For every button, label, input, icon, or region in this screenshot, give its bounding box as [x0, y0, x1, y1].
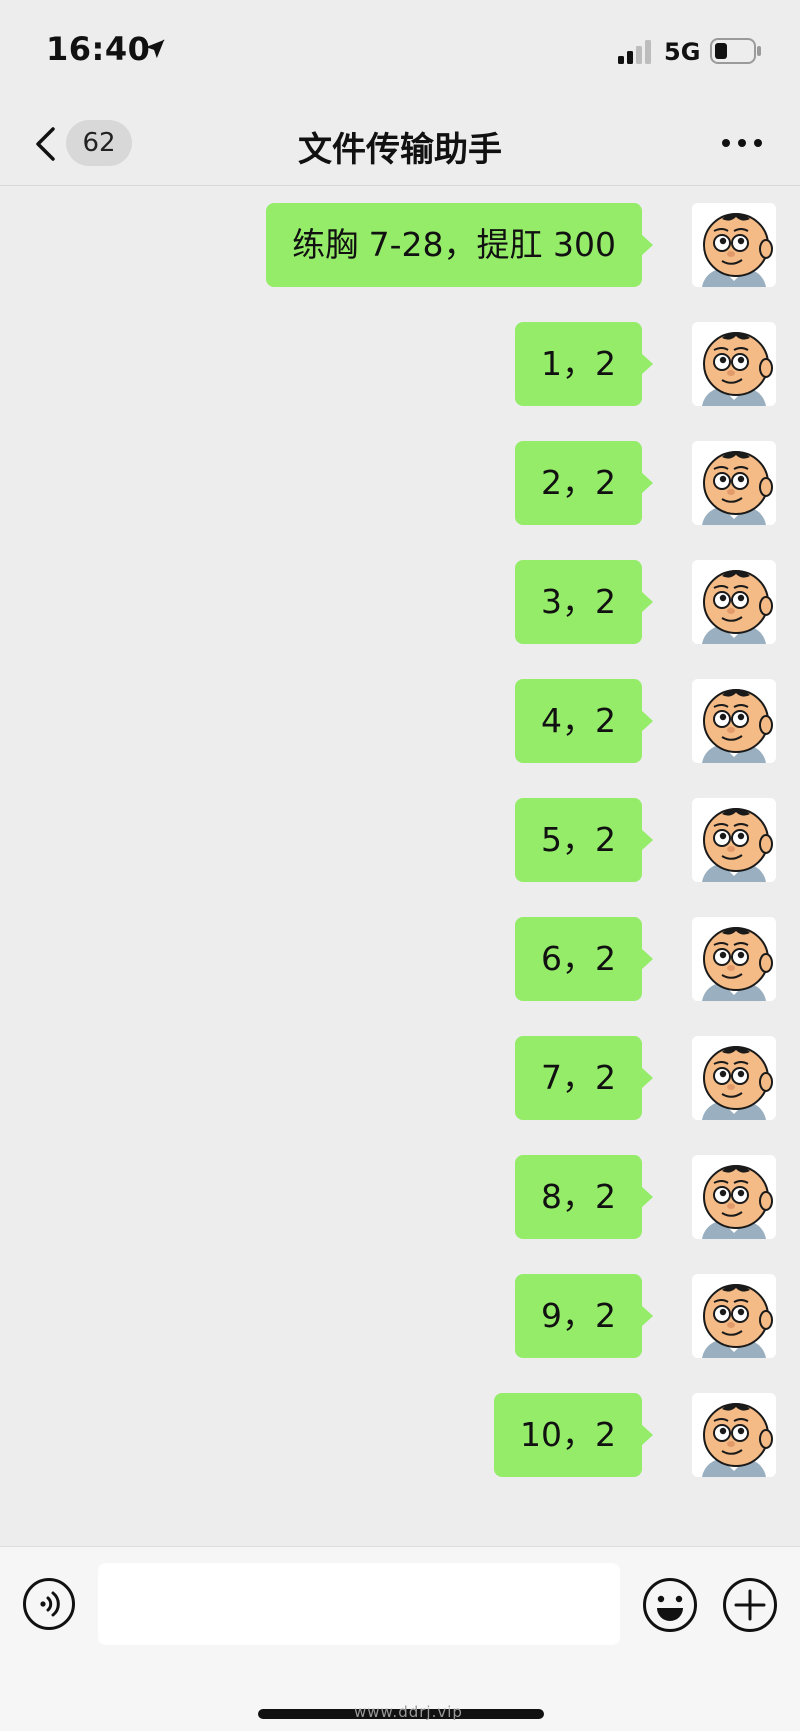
- chat-header: 62 文件传输助手: [0, 100, 800, 186]
- message-bubble[interactable]: 7，2: [515, 1036, 653, 1120]
- message-row: 2，2: [0, 441, 776, 525]
- message-bubble[interactable]: 5，2: [515, 798, 653, 882]
- avatar[interactable]: [692, 1393, 776, 1477]
- avatar[interactable]: [692, 917, 776, 1001]
- message-bubble[interactable]: 9，2: [515, 1274, 653, 1358]
- message-row: 3，2: [0, 560, 776, 644]
- message-row: 10，2: [0, 1393, 776, 1477]
- message-bubble[interactable]: 练胸 7-28，提肛 300: [266, 203, 653, 287]
- voice-icon[interactable]: [22, 1577, 76, 1631]
- avatar[interactable]: [692, 1274, 776, 1358]
- plus-icon[interactable]: [722, 1577, 778, 1633]
- message-bubble[interactable]: 6，2: [515, 917, 653, 1001]
- status-time: 16:40: [46, 30, 151, 68]
- status-bar: 16:40 5G: [0, 0, 800, 100]
- more-icon[interactable]: [718, 126, 766, 160]
- message-bubble[interactable]: 1，2: [515, 322, 653, 406]
- message-bubble[interactable]: 10，2: [494, 1393, 653, 1477]
- message-row: 9，2: [0, 1274, 776, 1358]
- avatar[interactable]: [692, 679, 776, 763]
- message-row: 8，2: [0, 1155, 776, 1239]
- network-label: 5G: [664, 38, 701, 66]
- message-bubble[interactable]: 4，2: [515, 679, 653, 763]
- message-list[interactable]: …练胸 7-28，提肛 3001，22，23，24，25，26，27，28，29…: [0, 100, 800, 1546]
- chat-title: 文件传输助手: [298, 130, 502, 170]
- watermark: www.ddrj.vip: [354, 1703, 463, 1721]
- message-bubble[interactable]: 8，2: [515, 1155, 653, 1239]
- message-row: 7，2: [0, 1036, 776, 1120]
- emoji-icon[interactable]: [642, 1577, 698, 1633]
- input-bar: www.ddrj.vip: [0, 1546, 800, 1731]
- avatar[interactable]: [692, 203, 776, 287]
- battery-icon: [710, 38, 761, 64]
- avatar[interactable]: [692, 560, 776, 644]
- message-bubble[interactable]: 2，2: [515, 441, 653, 525]
- message-row: 4，2: [0, 679, 776, 763]
- avatar[interactable]: [692, 322, 776, 406]
- message-row: 1，2: [0, 322, 776, 406]
- signal-icon: [618, 40, 651, 64]
- message-row: 5，2: [0, 798, 776, 882]
- message-bubble[interactable]: 3，2: [515, 560, 653, 644]
- avatar[interactable]: [692, 798, 776, 882]
- message-row: 6，2: [0, 917, 776, 1001]
- message-input[interactable]: [98, 1563, 620, 1645]
- message-row: 练胸 7-28，提肛 300: [0, 203, 776, 287]
- avatar[interactable]: [692, 1155, 776, 1239]
- avatar[interactable]: [692, 441, 776, 525]
- location-arrow-icon: [145, 39, 165, 59]
- avatar[interactable]: [692, 1036, 776, 1120]
